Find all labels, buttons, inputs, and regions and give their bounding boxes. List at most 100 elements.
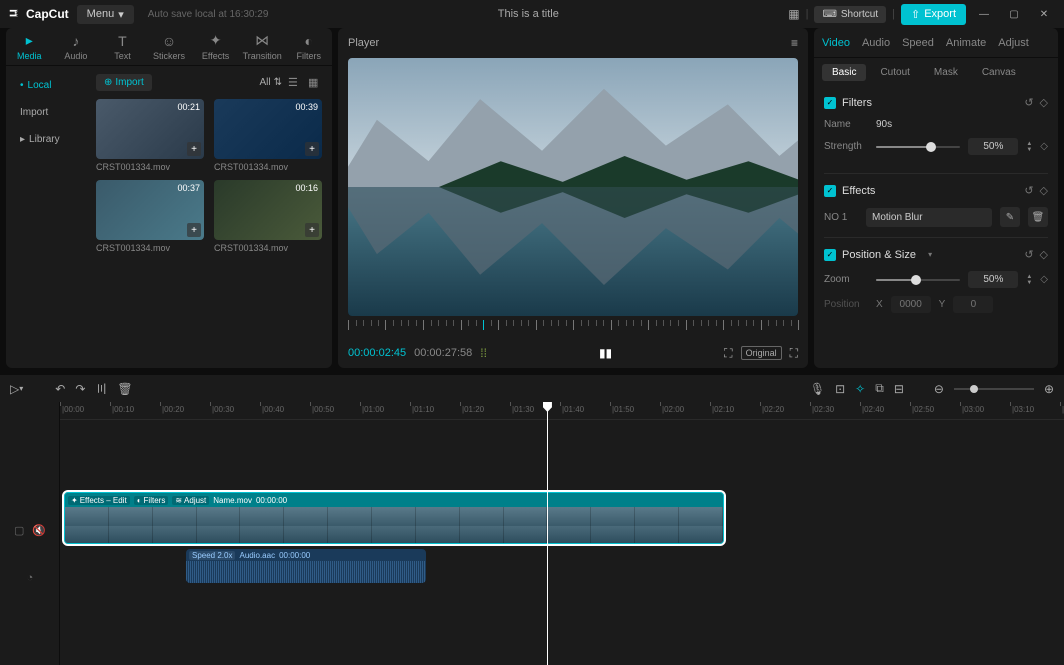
delete-button[interactable]: 🗑: [117, 382, 132, 396]
x-input[interactable]: [891, 296, 931, 313]
player-menu-icon[interactable]: ≡: [791, 36, 798, 50]
zoom-out-button[interactable]: ⊖: [934, 382, 944, 396]
add-to-timeline-icon[interactable]: +: [305, 223, 319, 237]
timeline-ruler[interactable]: |00:00|00:10|00:20|00:30|00:40|00:50|01:…: [60, 402, 1064, 420]
strength-input[interactable]: [968, 138, 1018, 155]
edit-effect-icon[interactable]: ✎: [1000, 207, 1020, 227]
media-tab-text[interactable]: TText: [99, 28, 146, 65]
quality-badge[interactable]: Original: [741, 346, 782, 360]
preview-axis-icon[interactable]: ⊟: [894, 382, 904, 396]
subtab-cutout[interactable]: Cutout: [870, 64, 919, 81]
project-title[interactable]: This is a title: [276, 8, 780, 20]
media-thumbnail[interactable]: 00:21+CRST001334.mov: [96, 99, 204, 172]
media-thumbnail[interactable]: 00:16+CRST001334.mov: [214, 180, 322, 253]
video-clip[interactable]: ✦Effects – Edit ◐Filters ≋Adjust Name.mo…: [64, 492, 724, 544]
keyframe-icon[interactable]: ◇: [1040, 184, 1048, 197]
position-checkbox[interactable]: ✓: [824, 249, 836, 261]
thumb-duration: 00:39: [295, 102, 318, 112]
crop-icon[interactable]: ⛶: [724, 346, 732, 361]
main-track-icon[interactable]: ⊡: [835, 382, 845, 396]
delete-effect-icon[interactable]: 🗑: [1028, 207, 1048, 227]
media-tab-effects[interactable]: ✦Effects: [192, 28, 239, 65]
reset-icon[interactable]: ↺: [1024, 96, 1033, 109]
video-track[interactable]: ✦Effects – Edit ◐Filters ≋Adjust Name.mo…: [60, 490, 1064, 546]
subtab-mask[interactable]: Mask: [924, 64, 968, 81]
window-close[interactable]: ✕: [1032, 9, 1056, 20]
player-ruler[interactable]: [348, 320, 798, 338]
undo-button[interactable]: ↶: [55, 382, 65, 396]
zoom-spinner[interactable]: ▲▼: [1026, 274, 1032, 286]
sidebar-item-import[interactable]: Import: [12, 101, 80, 124]
subtab-basic[interactable]: Basic: [822, 64, 866, 81]
video-track-controls[interactable]: ▢ 🔇: [0, 502, 60, 558]
fullscreen-icon[interactable]: ⛶: [790, 346, 798, 361]
shortcut-button[interactable]: ⌨ Shortcut: [814, 6, 886, 23]
effects-checkbox[interactable]: ✓: [824, 185, 836, 197]
keyframe-icon[interactable]: ◇: [1040, 141, 1048, 152]
sidebar-item-local[interactable]: •Local: [12, 74, 80, 97]
zoom-slider[interactable]: [876, 279, 960, 281]
player-viewport[interactable]: [348, 58, 798, 316]
reset-icon[interactable]: ↺: [1024, 248, 1033, 261]
filters-checkbox[interactable]: ✓: [824, 97, 836, 109]
add-to-timeline-icon[interactable]: +: [187, 142, 201, 156]
chevron-down-icon[interactable]: ▾: [928, 250, 932, 259]
playhead[interactable]: [547, 402, 548, 665]
media-tab-media[interactable]: ▸Media: [6, 28, 53, 65]
y-input[interactable]: [953, 296, 993, 313]
redo-button[interactable]: ↷: [75, 382, 85, 396]
audio-track[interactable]: Speed 2.0x Audio.aac 00:00:00: [60, 546, 1064, 586]
audio-meter-icon[interactable]: ⁞⁞: [480, 346, 487, 360]
audio-clip[interactable]: Speed 2.0x Audio.aac 00:00:00: [186, 549, 426, 583]
preview-image: [348, 58, 798, 316]
lock-icon[interactable]: ▢: [14, 524, 24, 537]
inspector-tab-speed[interactable]: Speed: [902, 37, 934, 49]
autosave-status: Auto save local at 16:30:29: [148, 9, 269, 20]
zoom-in-button[interactable]: ⊕: [1044, 382, 1054, 396]
keyframe-icon[interactable]: ◇: [1040, 274, 1048, 285]
strength-spinner[interactable]: ▲▼: [1026, 141, 1032, 153]
add-to-timeline-icon[interactable]: +: [305, 142, 319, 156]
inspector-tab-video[interactable]: Video: [822, 37, 850, 49]
strength-slider[interactable]: [876, 146, 960, 148]
clip-filters-tag[interactable]: ◐Filters: [134, 496, 169, 505]
magnet-icon[interactable]: ✧: [855, 382, 865, 396]
clip-adjust-tag[interactable]: ≋Adjust: [172, 496, 209, 505]
import-button[interactable]: ⊕ Import: [96, 74, 152, 91]
zoom-input[interactable]: [968, 271, 1018, 288]
inspector-panel: Video Audio Speed Animate Adjust BasicCutout…: [814, 28, 1058, 368]
clip-effects-tag[interactable]: ✦Effects – Edit: [68, 496, 130, 505]
subtab-canvas[interactable]: Canvas: [972, 64, 1026, 81]
keyframe-icon[interactable]: ◇: [1040, 96, 1048, 109]
timeline-zoom-slider[interactable]: [954, 388, 1034, 390]
inspector-tab-audio[interactable]: Audio: [862, 37, 890, 49]
select-tool[interactable]: ▷ ▾: [10, 382, 23, 396]
menu-button[interactable]: Menu ▾: [77, 5, 134, 24]
link-icon[interactable]: ⧉: [875, 381, 884, 396]
add-to-timeline-icon[interactable]: +: [187, 223, 201, 237]
record-icon[interactable]: 🎙: [810, 382, 825, 396]
mute-icon[interactable]: 🔇: [32, 524, 46, 537]
grid-view-icon[interactable]: ▦: [308, 76, 322, 90]
window-maximize[interactable]: ▢: [1002, 9, 1026, 20]
layout-icon[interactable]: ▦: [788, 7, 799, 21]
reset-icon[interactable]: ↺: [1024, 184, 1033, 197]
inspector-tab-adjust[interactable]: Adjust: [998, 37, 1029, 49]
sort-icon[interactable]: ☰: [288, 76, 302, 90]
media-thumbnail[interactable]: 00:39+CRST001334.mov: [214, 99, 322, 172]
split-button[interactable]: 〣: [95, 380, 107, 397]
media-tab-filters[interactable]: ◐Filters: [285, 28, 332, 65]
keyframe-icon[interactable]: ◇: [1040, 248, 1048, 261]
clock-icon[interactable]: ◔: [27, 572, 34, 584]
filter-all[interactable]: All ⇅: [259, 77, 282, 88]
inspector-tab-animate[interactable]: Animate: [946, 37, 986, 49]
media-tab-stickers[interactable]: ☺Stickers: [146, 28, 193, 65]
sidebar-item-library[interactable]: ▸Library: [12, 128, 80, 151]
export-button[interactable]: ⇧ Export: [901, 4, 966, 25]
media-tab-audio[interactable]: ♪Audio: [53, 28, 100, 65]
media-thumbnail[interactable]: 00:37+CRST001334.mov: [96, 180, 204, 253]
media-tab-transition[interactable]: ⋈Transition: [239, 28, 286, 65]
window-minimize[interactable]: —: [972, 9, 996, 20]
audio-track-controls[interactable]: ◔: [0, 558, 60, 598]
play-pause-button[interactable]: ▮▮: [599, 346, 612, 360]
